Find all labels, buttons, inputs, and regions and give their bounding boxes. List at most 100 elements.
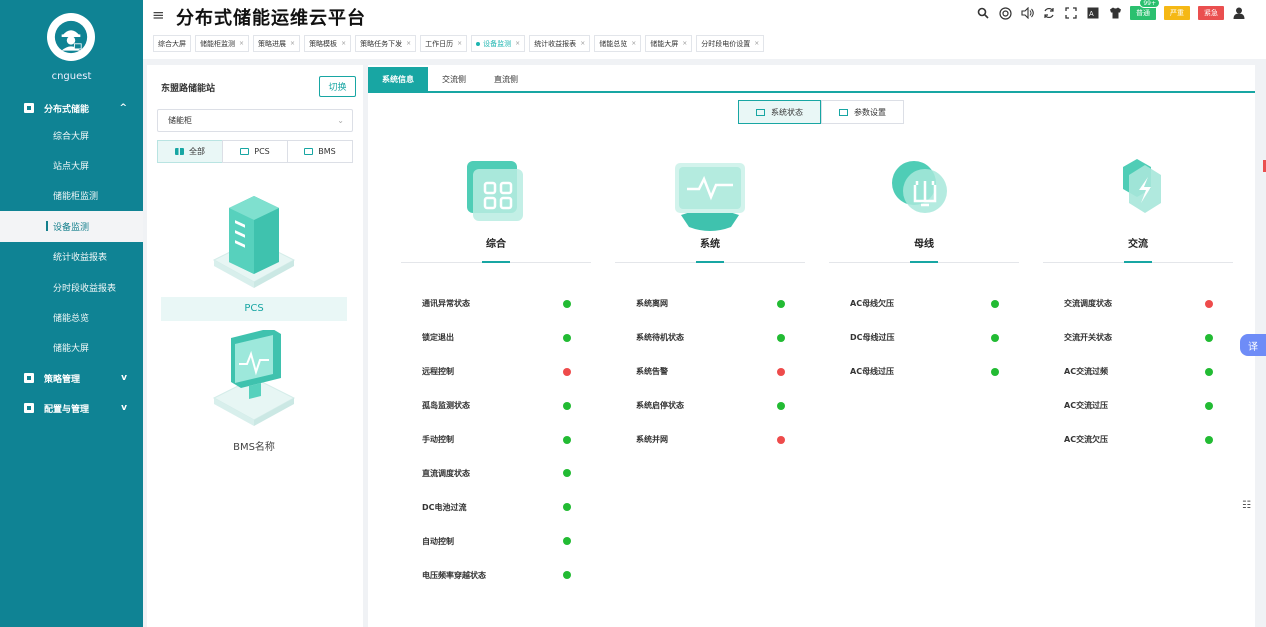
toggle-label: 参数设置 bbox=[854, 107, 886, 117]
serious-alarm-badge[interactable]: 严重 bbox=[1164, 6, 1190, 20]
page-tab[interactable]: 分时段电价设置 × bbox=[696, 35, 765, 52]
switch-station-button[interactable]: 切换 bbox=[319, 76, 356, 97]
status-dot-green bbox=[563, 435, 571, 444]
sidebar-item-period-revenue-report[interactable]: 分时段收益报表 bbox=[0, 272, 143, 302]
filter-pcs[interactable]: PCS bbox=[222, 140, 288, 163]
status-label: DC电池过流 bbox=[422, 502, 467, 512]
device-card-pcs[interactable] bbox=[161, 190, 347, 290]
status-dot-green bbox=[1205, 367, 1213, 376]
status-row: 系统并网 bbox=[615, 423, 805, 457]
theme-icon[interactable] bbox=[1108, 6, 1122, 20]
sidebar-item-revenue-report[interactable]: 统计收益报表 bbox=[0, 242, 143, 272]
status-row: 远程控制 bbox=[401, 355, 591, 389]
general-category-icon-wrap bbox=[401, 155, 591, 235]
device-type-select[interactable]: 储能柜 ⌄ bbox=[157, 109, 353, 132]
urgent-alarm-badge[interactable]: 紧急 bbox=[1198, 6, 1224, 20]
page-tab[interactable]: 工作日历 × bbox=[420, 35, 468, 52]
filter-all[interactable]: 全部 bbox=[157, 140, 223, 163]
bus-category-icon-wrap bbox=[829, 155, 1019, 235]
system-status-button[interactable]: 系统状态 bbox=[738, 100, 821, 124]
close-icon[interactable]: × bbox=[580, 40, 585, 47]
sidebar-menu: 分布式储能 ^ 综合大屏 站点大屏 储能柜监测 设备监测 统计收益报表 分时段收… bbox=[0, 96, 143, 423]
page-tab[interactable]: 策略任务下发 × bbox=[355, 35, 417, 52]
status-dot-green bbox=[563, 571, 571, 580]
page-tab[interactable]: 储能柜监测 × bbox=[195, 35, 250, 52]
busbar-icon bbox=[892, 161, 947, 213]
close-icon[interactable]: × bbox=[515, 40, 520, 47]
lightning-icon bbox=[1123, 159, 1161, 213]
status-label: 远程控制 bbox=[422, 367, 454, 377]
close-icon[interactable]: × bbox=[682, 40, 687, 47]
refresh-icon[interactable] bbox=[1042, 6, 1056, 20]
page-tab[interactable]: 储能总览 × bbox=[594, 35, 642, 52]
status-row: DC电池过流 bbox=[401, 490, 591, 524]
page-tabs: 综合大屏 储能柜监测 × 策略进展 × 策略模板 × 策略任务下发 × 工作日历 × 设备… bbox=[153, 35, 765, 52]
param-settings-button[interactable]: 参数设置 bbox=[821, 100, 904, 124]
close-icon[interactable]: × bbox=[406, 40, 411, 47]
tab-ac-side[interactable]: 交流侧 bbox=[428, 67, 480, 91]
close-icon[interactable]: × bbox=[239, 40, 244, 47]
translate-button[interactable]: 译 bbox=[1240, 334, 1266, 356]
font-size-icon[interactable]: A bbox=[1086, 6, 1100, 20]
status-list: 通讯异常状态 锁定退出 远程控制 孤岛监测状态 手动控制 直流调度状态 DC电池… bbox=[401, 287, 591, 592]
status-dot-green bbox=[777, 299, 785, 308]
page-tab-label: 策略模板 bbox=[309, 39, 338, 48]
filter-bms[interactable]: BMS bbox=[287, 140, 353, 163]
close-icon[interactable]: × bbox=[341, 40, 346, 47]
status-label: 系统待机状态 bbox=[636, 333, 684, 343]
sidebar-item-cabinet-monitor[interactable]: 储能柜监测 bbox=[0, 181, 143, 211]
help-icon[interactable] bbox=[998, 6, 1012, 20]
category-divider bbox=[1043, 261, 1233, 263]
device-label-pcs[interactable]: PCS bbox=[161, 297, 347, 321]
cabinet-icon bbox=[212, 196, 296, 288]
fullscreen-icon[interactable] bbox=[1064, 6, 1078, 20]
device-filter-group: 全部 PCS BMS bbox=[157, 140, 353, 163]
page-tab[interactable]: 统计收益报表 × bbox=[529, 35, 591, 52]
status-label: AC交流过压 bbox=[1064, 401, 1109, 411]
status-dot-green bbox=[991, 333, 999, 342]
page-tab-label: 储能柜监测 bbox=[200, 39, 235, 48]
menu-group-config[interactable]: 配置与管理 v bbox=[0, 393, 143, 423]
avatar[interactable] bbox=[47, 13, 95, 61]
status-label: 系统并网 bbox=[636, 435, 668, 444]
select-value: 储能柜 bbox=[168, 116, 192, 125]
close-icon[interactable]: × bbox=[754, 40, 759, 47]
sidebar-item-site-screen[interactable]: 站点大屏 bbox=[0, 150, 143, 180]
username: cnguest bbox=[51, 71, 92, 82]
menu-group-distributed-storage[interactable]: 分布式储能 ^ bbox=[0, 96, 143, 120]
menu-group-strategy[interactable]: 策略管理 v bbox=[0, 363, 143, 393]
menu-toggle-icon[interactable]: ≡ bbox=[152, 6, 165, 24]
sidebar-item-label: 设备监测 bbox=[53, 222, 90, 233]
tab-dc-side[interactable]: 直流侧 bbox=[480, 67, 532, 91]
page-tab-label: 策略任务下发 bbox=[360, 39, 403, 48]
sidebar-item-storage-overview[interactable]: 储能总览 bbox=[0, 302, 143, 332]
page-tab[interactable]: 策略进展 × bbox=[253, 35, 301, 52]
sidebar-item-storage-screen[interactable]: 储能大屏 bbox=[0, 333, 143, 363]
page-tab[interactable]: 策略模板 × bbox=[304, 35, 352, 52]
page-tab-label: 储能大屏 bbox=[650, 39, 679, 48]
device-label-bms[interactable]: BMS名称 bbox=[161, 436, 347, 460]
status-dot-green bbox=[1205, 333, 1213, 342]
page-tab[interactable]: 综合大屏 bbox=[153, 35, 191, 52]
status-dot-green bbox=[563, 401, 571, 410]
normal-alarm-badge[interactable]: 普通 99+ bbox=[1130, 0, 1160, 20]
close-icon[interactable]: × bbox=[290, 40, 295, 47]
sidebar-item-device-monitor[interactable]: 设备监测 bbox=[0, 211, 143, 242]
search-icon[interactable] bbox=[976, 6, 990, 20]
page-tab[interactable]: 储能大屏 × bbox=[645, 35, 693, 52]
sidebar-item-overview-screen[interactable]: 综合大屏 bbox=[0, 120, 143, 150]
status-row: 手动控制 bbox=[401, 423, 591, 457]
status-row: AC交流欠压 bbox=[1043, 423, 1233, 457]
status-row: 系统待机状态 bbox=[615, 321, 805, 355]
sliders-icon[interactable]: ☷ bbox=[1242, 500, 1251, 511]
device-card-bms[interactable] bbox=[161, 330, 347, 430]
close-icon[interactable]: × bbox=[457, 40, 462, 47]
sound-icon[interactable] bbox=[1020, 6, 1034, 20]
tab-system-info[interactable]: 系统信息 bbox=[368, 67, 428, 91]
user-icon[interactable] bbox=[1232, 6, 1246, 20]
status-label: 交流调度状态 bbox=[1064, 299, 1112, 309]
main-tabs: 系统信息 交流侧 直流侧 bbox=[368, 67, 1255, 93]
close-icon[interactable]: × bbox=[631, 40, 636, 47]
status-dot-red bbox=[563, 367, 571, 376]
page-tab-active[interactable]: 设备监测 × bbox=[471, 35, 526, 52]
